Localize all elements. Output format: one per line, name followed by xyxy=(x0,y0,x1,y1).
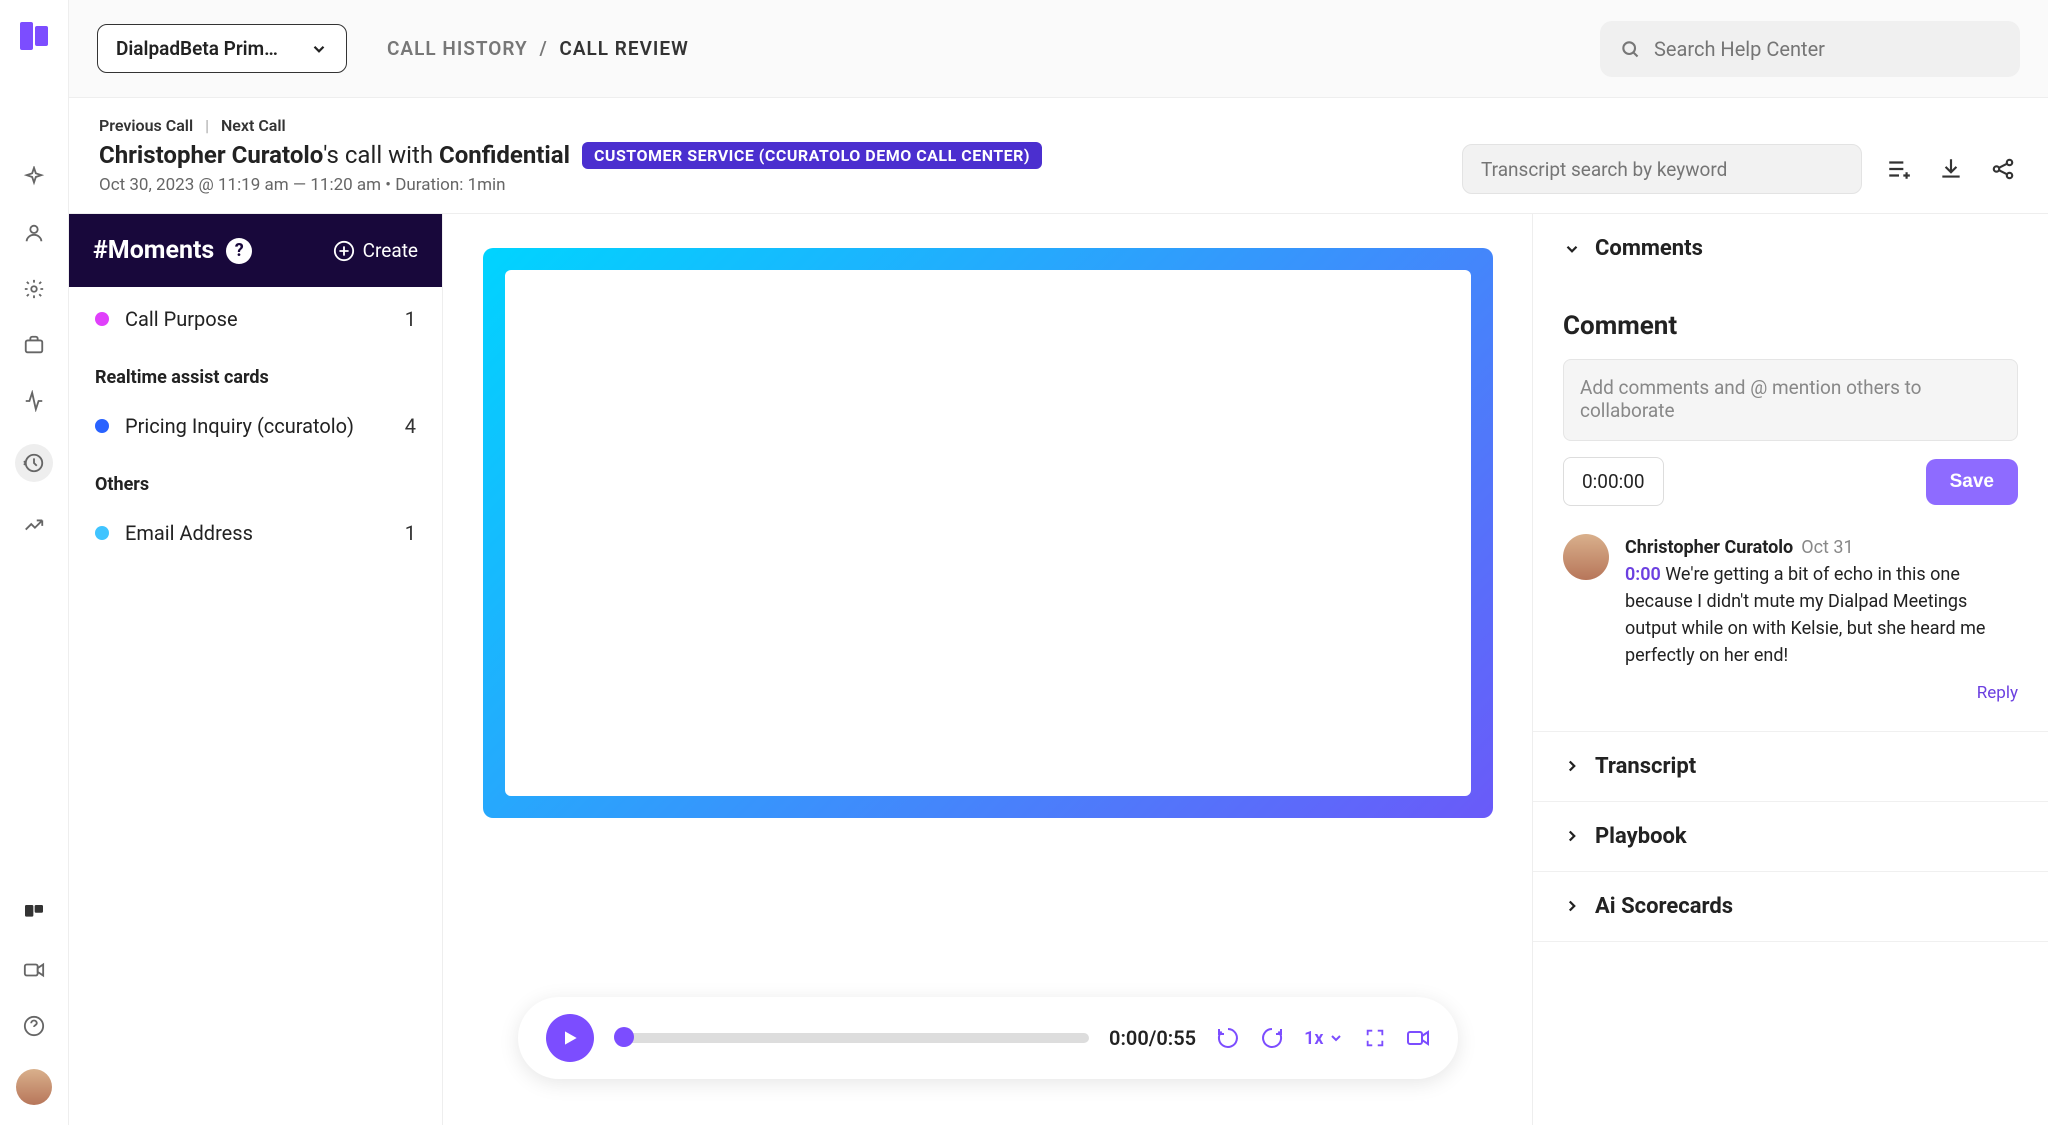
app-logo[interactable] xyxy=(16,18,52,54)
chevron-down-icon xyxy=(310,40,328,58)
workspace-dropdown[interactable]: DialpadBeta Prim… xyxy=(97,24,347,73)
comment-item: Christopher Curatolo Oct 31 0:00 We're ge… xyxy=(1563,534,2018,707)
comments-body: Comment Add comments and @ mention other… xyxy=(1533,283,2048,732)
activity-icon[interactable] xyxy=(21,388,47,414)
comment-timestamp-link[interactable]: 0:00 xyxy=(1625,564,1661,585)
help-search[interactable] xyxy=(1600,21,2020,77)
comment-avatar xyxy=(1563,534,1609,580)
fullscreen-button[interactable] xyxy=(1364,1027,1386,1049)
comment-form-title: Comment xyxy=(1563,311,2018,341)
expand-icon xyxy=(1364,1027,1386,1049)
progress-bar[interactable] xyxy=(614,1033,1090,1043)
forward-15-button[interactable] xyxy=(1260,1026,1284,1050)
scorecards-accordion-header[interactable]: Ai Scorecards xyxy=(1533,872,2048,942)
comment-text: We're getting a bit of echo in this one … xyxy=(1625,564,1985,666)
comment-time-input[interactable]: 0:00:00 xyxy=(1563,457,1664,506)
user-avatar[interactable] xyxy=(16,1069,52,1105)
chevron-right-icon xyxy=(1563,757,1581,775)
help-search-input[interactable] xyxy=(1654,37,2000,61)
left-nav-rail xyxy=(0,0,69,1125)
moments-section-label: Realtime assist cards xyxy=(69,351,442,394)
camera-button[interactable] xyxy=(1406,1026,1430,1050)
moments-help-icon[interactable]: ? xyxy=(226,238,252,264)
chevron-down-icon xyxy=(1563,240,1581,258)
dialpad-icon[interactable] xyxy=(21,901,47,927)
chevron-down-icon xyxy=(1328,1030,1344,1046)
play-icon xyxy=(560,1028,580,1048)
breadcrumb-history[interactable]: Call History xyxy=(387,37,528,60)
person-icon[interactable] xyxy=(21,220,47,246)
create-moment-button[interactable]: Create xyxy=(333,239,418,262)
save-comment-button[interactable]: Save xyxy=(1926,459,2018,505)
moments-header: #Moments? Create xyxy=(69,214,442,287)
chevron-right-icon xyxy=(1563,897,1581,915)
call-title: Christopher Curatolo's call with Confide… xyxy=(99,141,1442,169)
moment-dot-icon xyxy=(95,419,109,433)
share-icon[interactable] xyxy=(1988,154,2018,184)
reply-link[interactable]: Reply xyxy=(1625,681,2018,707)
top-bar: DialpadBeta Prim… Call History / Call Re… xyxy=(69,0,2048,98)
history-icon[interactable] xyxy=(15,444,53,482)
breadcrumb-current: Call Review xyxy=(559,37,688,60)
gear-icon[interactable] xyxy=(21,276,47,302)
media-player: 0:00/0:55 1x xyxy=(518,997,1458,1079)
moment-item[interactable]: Call Purpose 1 xyxy=(69,287,442,351)
sparkle-icon[interactable] xyxy=(21,164,47,190)
play-button[interactable] xyxy=(546,1014,594,1062)
briefcase-icon[interactable] xyxy=(21,332,47,358)
previous-call-link[interactable]: Previous Call xyxy=(99,116,193,135)
call-badge: Customer Service (ccuratolo Demo Call Ce… xyxy=(582,142,1042,169)
playback-speed-button[interactable]: 1x xyxy=(1304,1028,1343,1049)
comment-date: Oct 31 xyxy=(1801,537,1853,558)
right-panel: Comments Comment Add comments and @ ment… xyxy=(1533,214,2048,1125)
comment-input[interactable]: Add comments and @ mention others to col… xyxy=(1563,359,2018,441)
camera-icon xyxy=(1406,1026,1430,1050)
call-meta: Oct 30, 2023 @ 11:19 am — 11:20 am • Dur… xyxy=(99,175,1442,195)
video-icon[interactable] xyxy=(21,957,47,983)
comments-accordion-header[interactable]: Comments xyxy=(1533,214,2048,283)
center-panel: 0:00/0:55 1x xyxy=(443,214,1533,1125)
call-nav-links: Previous Call | Next Call xyxy=(99,116,1442,135)
comment-author: Christopher Curatolo xyxy=(1625,537,1793,558)
moments-section-label: Others xyxy=(69,458,442,501)
trending-icon[interactable] xyxy=(21,512,47,538)
player-time: 0:00/0:55 xyxy=(1109,1026,1196,1050)
moment-item[interactable]: Pricing Inquiry (ccuratolo) 4 xyxy=(69,394,442,458)
help-icon[interactable] xyxy=(21,1013,47,1039)
transcript-search-input[interactable] xyxy=(1462,144,1862,194)
chevron-right-icon xyxy=(1563,827,1581,845)
moments-panel: #Moments? Create Call Purpose 1 Realtime… xyxy=(69,214,443,1125)
search-icon xyxy=(1620,38,1640,60)
call-recording-thumbnail[interactable] xyxy=(483,248,1493,818)
moment-dot-icon xyxy=(95,526,109,540)
add-to-list-icon[interactable] xyxy=(1884,154,1914,184)
next-call-link[interactable]: Next Call xyxy=(221,116,286,135)
download-icon[interactable] xyxy=(1936,154,1966,184)
transcript-accordion-header[interactable]: Transcript xyxy=(1533,732,2048,802)
breadcrumb: Call History / Call Review xyxy=(387,37,689,60)
playbook-accordion-header[interactable]: Playbook xyxy=(1533,802,2048,872)
moment-item[interactable]: Email Address 1 xyxy=(69,501,442,565)
progress-handle[interactable] xyxy=(614,1027,634,1047)
plus-circle-icon xyxy=(333,240,355,262)
workspace-name: DialpadBeta Prim… xyxy=(116,37,278,60)
call-subheader: Previous Call | Next Call Christopher Cu… xyxy=(69,98,2048,214)
rewind-15-button[interactable] xyxy=(1216,1026,1240,1050)
moment-dot-icon xyxy=(95,312,109,326)
